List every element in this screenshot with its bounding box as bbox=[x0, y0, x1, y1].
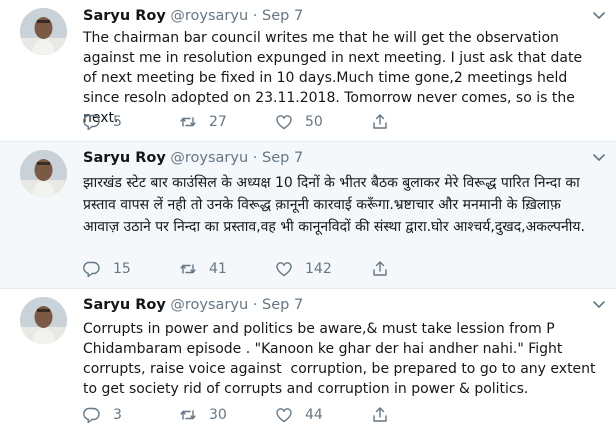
separator-dot: · bbox=[252, 297, 258, 313]
like-count: 44 bbox=[305, 407, 323, 423]
tweet-actions: 3 30 44 bbox=[83, 405, 467, 425]
chevron-down-icon[interactable] bbox=[590, 6, 608, 24]
avatar[interactable] bbox=[20, 8, 67, 55]
tweet-header: Saryu Roy @roysaryu · Sep 7 bbox=[83, 295, 303, 315]
reply-count: 15 bbox=[113, 261, 131, 277]
tweet-header: Saryu Roy @roysaryu · Sep 7 bbox=[83, 6, 303, 26]
retweet-button[interactable]: 41 bbox=[179, 260, 275, 278]
chevron-down-icon[interactable] bbox=[590, 295, 608, 313]
heart-icon bbox=[276, 408, 292, 423]
retweet-icon bbox=[180, 117, 196, 127]
heart-icon bbox=[276, 115, 292, 130]
author-name[interactable]: Saryu Roy bbox=[83, 150, 166, 166]
separator-dot: · bbox=[252, 8, 258, 24]
tweet-text: Corrupts in power and politics be aware,… bbox=[83, 321, 600, 397]
tweet-text: झारखंड स्टेट बार काउंसिल के अध्यक्ष 10 द… bbox=[83, 175, 585, 235]
tweet-actions: 5 27 50 bbox=[83, 112, 467, 132]
author-name[interactable]: Saryu Roy bbox=[83, 8, 166, 24]
tweet-feed: Saryu Roy @roysaryu · Sep 7 The chairman… bbox=[0, 0, 616, 430]
author-handle[interactable]: @roysaryu bbox=[170, 150, 248, 166]
like-button[interactable]: 44 bbox=[275, 406, 371, 424]
retweet-count: 41 bbox=[209, 261, 227, 277]
share-icon bbox=[373, 114, 387, 129]
retweet-count: 27 bbox=[209, 114, 227, 130]
author-handle[interactable]: @roysaryu bbox=[170, 297, 248, 313]
separator-dot: · bbox=[252, 150, 258, 166]
chevron-down-icon[interactable] bbox=[590, 148, 608, 166]
reply-icon bbox=[83, 407, 100, 424]
like-count: 50 bbox=[305, 114, 323, 130]
reply-count: 3 bbox=[113, 407, 122, 423]
like-button[interactable]: 50 bbox=[275, 113, 371, 131]
tweet[interactable]: Saryu Roy @roysaryu · Sep 7 झारखंड स्टेट… bbox=[0, 142, 616, 289]
tweet-date[interactable]: Sep 7 bbox=[262, 297, 303, 313]
avatar[interactable] bbox=[20, 297, 67, 344]
reply-button[interactable]: 3 bbox=[83, 406, 179, 424]
retweet-icon bbox=[180, 264, 196, 274]
tweet-date[interactable]: Sep 7 bbox=[262, 150, 303, 166]
tweet-header: Saryu Roy @roysaryu · Sep 7 bbox=[83, 148, 303, 168]
like-count: 142 bbox=[305, 261, 332, 277]
retweet-count: 30 bbox=[209, 407, 227, 423]
author-handle[interactable]: @roysaryu bbox=[170, 8, 248, 24]
avatar[interactable] bbox=[20, 150, 67, 197]
reply-button[interactable]: 15 bbox=[83, 260, 179, 278]
reply-icon bbox=[83, 114, 100, 131]
tweet[interactable]: Saryu Roy @roysaryu · Sep 7 Corrupts in … bbox=[0, 289, 616, 430]
retweet-icon bbox=[180, 410, 196, 420]
author-name[interactable]: Saryu Roy bbox=[83, 297, 166, 313]
retweet-button[interactable]: 30 bbox=[179, 406, 275, 424]
like-button[interactable]: 142 bbox=[275, 260, 371, 278]
share-icon bbox=[373, 407, 387, 422]
share-button[interactable] bbox=[371, 260, 467, 278]
heart-icon bbox=[276, 262, 292, 277]
retweet-button[interactable]: 27 bbox=[179, 113, 275, 131]
tweet-actions: 15 41 142 bbox=[83, 259, 467, 279]
share-button[interactable] bbox=[371, 113, 467, 131]
tweet-date[interactable]: Sep 7 bbox=[262, 8, 303, 24]
tweet[interactable]: Saryu Roy @roysaryu · Sep 7 The chairman… bbox=[0, 0, 616, 142]
reply-count: 5 bbox=[113, 114, 122, 130]
share-icon bbox=[373, 261, 387, 276]
share-button[interactable] bbox=[371, 406, 467, 424]
reply-icon bbox=[83, 261, 100, 278]
reply-button[interactable]: 5 bbox=[83, 113, 179, 131]
